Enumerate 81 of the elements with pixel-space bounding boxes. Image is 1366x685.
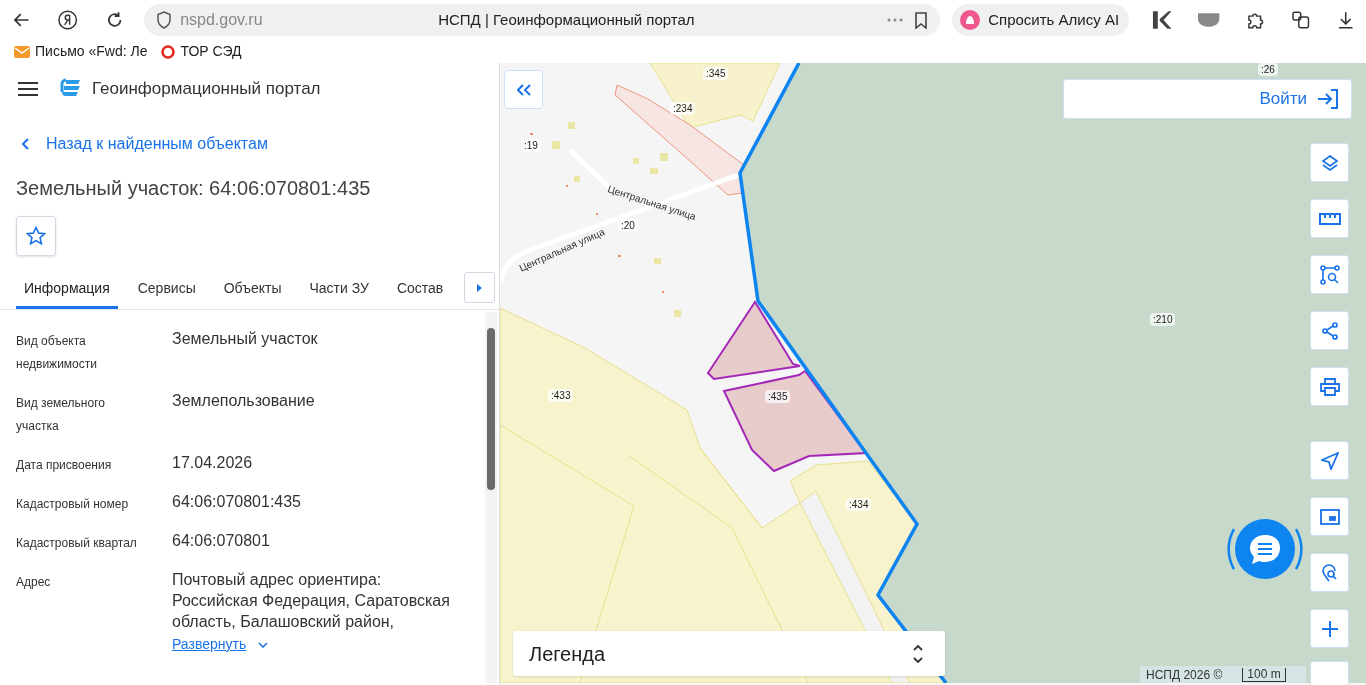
back-link[interactable]: Назад к найденным объектам	[22, 132, 499, 156]
bookmark-link[interactable]: ТОР СЭД	[161, 41, 242, 62]
triangle-right-icon	[477, 283, 482, 292]
share-icon	[1320, 321, 1339, 340]
layers-icon	[1320, 153, 1339, 172]
field-label: Вид объекта недвижимости	[16, 333, 98, 373]
parcel-label: :345	[703, 67, 729, 80]
field-value: Земельный участок	[172, 329, 319, 349]
favorite-button[interactable]	[16, 216, 56, 256]
address-text: nspd.gov.ru	[180, 10, 264, 30]
parcel-label: :19	[521, 139, 541, 152]
map-attribution: НСПД 2026 ©	[1146, 666, 1223, 684]
page-title: НСПД | Геоинформационный портал	[438, 9, 696, 30]
envelope-icon	[14, 45, 30, 58]
login-icon	[1317, 89, 1339, 109]
parcel-label: :435	[765, 390, 791, 403]
download-icon[interactable]	[1336, 11, 1355, 29]
navigation-arrow-icon	[1320, 451, 1339, 470]
address-bar[interactable]: nspd.gov.ru НСПД | Геоинформационный портал	[144, 4, 941, 36]
minimap-button[interactable]	[1310, 497, 1349, 536]
tab[interactable]: Части ЗУ	[301, 271, 377, 309]
parcel-label: :210	[1150, 313, 1176, 326]
bookmark-icon[interactable]	[914, 11, 929, 29]
parcel-label: :20	[618, 219, 638, 232]
parcel-label: :26	[1258, 63, 1278, 76]
field-value: Землепользование	[172, 391, 316, 411]
printer-icon	[1319, 377, 1340, 396]
ring-icon	[161, 44, 176, 59]
portal-title: Геоинформационный портал	[92, 78, 321, 101]
up-down-chevron-icon	[913, 643, 923, 664]
shield-icon	[156, 11, 173, 29]
star-icon	[26, 226, 46, 246]
area-search-button[interactable]	[1310, 255, 1349, 294]
expand-link[interactable]: Развернуть	[172, 634, 269, 655]
parcel-label: :433	[548, 389, 574, 402]
scale-bar: 100 m	[1242, 667, 1286, 682]
tab[interactable]: Информация	[16, 271, 118, 309]
tab[interactable]: Состав	[388, 271, 452, 309]
parcel-label: :234	[670, 102, 696, 115]
plus-icon	[1321, 620, 1338, 637]
field-label: Кадастровый квартал	[16, 535, 138, 552]
puzzle-icon[interactable]	[1245, 10, 1266, 30]
tab[interactable]: Сервисы	[129, 271, 204, 309]
shield-extension-icon[interactable]	[1198, 13, 1220, 27]
extension-logo-icon[interactable]	[1151, 9, 1173, 31]
zoom-in-button[interactable]	[1310, 609, 1349, 648]
location-search-icon	[1320, 563, 1339, 582]
more-icon[interactable]	[886, 17, 905, 23]
field-value: 64:06:070801:435	[172, 492, 302, 512]
chevron-down-icon	[258, 641, 269, 648]
field-label: Вид земельного участка	[16, 395, 106, 435]
field-value: 64:06:070801	[172, 531, 271, 551]
ruler-button[interactable]	[1310, 199, 1349, 238]
scrollbar-thumb[interactable]	[487, 328, 495, 490]
legend-dropdown[interactable]: Легенда	[513, 631, 945, 676]
assistant-button[interactable]: Спросить Алису AI	[952, 4, 1130, 36]
field-value: 17.04.2026	[172, 453, 254, 473]
print-button[interactable]	[1310, 367, 1349, 406]
double-chevron-left-icon	[516, 83, 531, 96]
field-label: Дата присвоения	[16, 457, 113, 474]
assistant-logo-icon	[960, 10, 981, 30]
locate-button[interactable]	[1310, 441, 1349, 480]
picture-in-picture-icon	[1319, 508, 1340, 525]
browser-logo-icon[interactable]	[57, 9, 79, 31]
location-search-button[interactable]	[1310, 553, 1349, 592]
collections-icon[interactable]	[1291, 10, 1311, 30]
layers-button[interactable]	[1310, 143, 1349, 182]
menu-icon[interactable]	[18, 82, 38, 96]
bookmark-link[interactable]: Письмо «Fwd: Ле	[14, 41, 148, 62]
collapse-panel-button[interactable]	[504, 70, 543, 109]
tab[interactable]: Объекты	[215, 271, 290, 309]
field-value: Почтовый адрес ориентира: Российская Федерация, Саратовская область, Балашовский район,	[172, 570, 451, 632]
parcel-label: :434	[846, 498, 872, 511]
field-label: Адрес	[16, 574, 52, 591]
share-button[interactable]	[1310, 311, 1349, 350]
field-label: Кадастровый номер	[16, 496, 130, 513]
page-heading: Земельный участок: 64:06:070801:435	[16, 176, 372, 199]
ruler-icon	[1318, 212, 1341, 225]
area-search-icon	[1319, 264, 1340, 285]
chevron-left-icon	[22, 138, 30, 150]
login-button[interactable]: Войти	[1063, 79, 1352, 119]
